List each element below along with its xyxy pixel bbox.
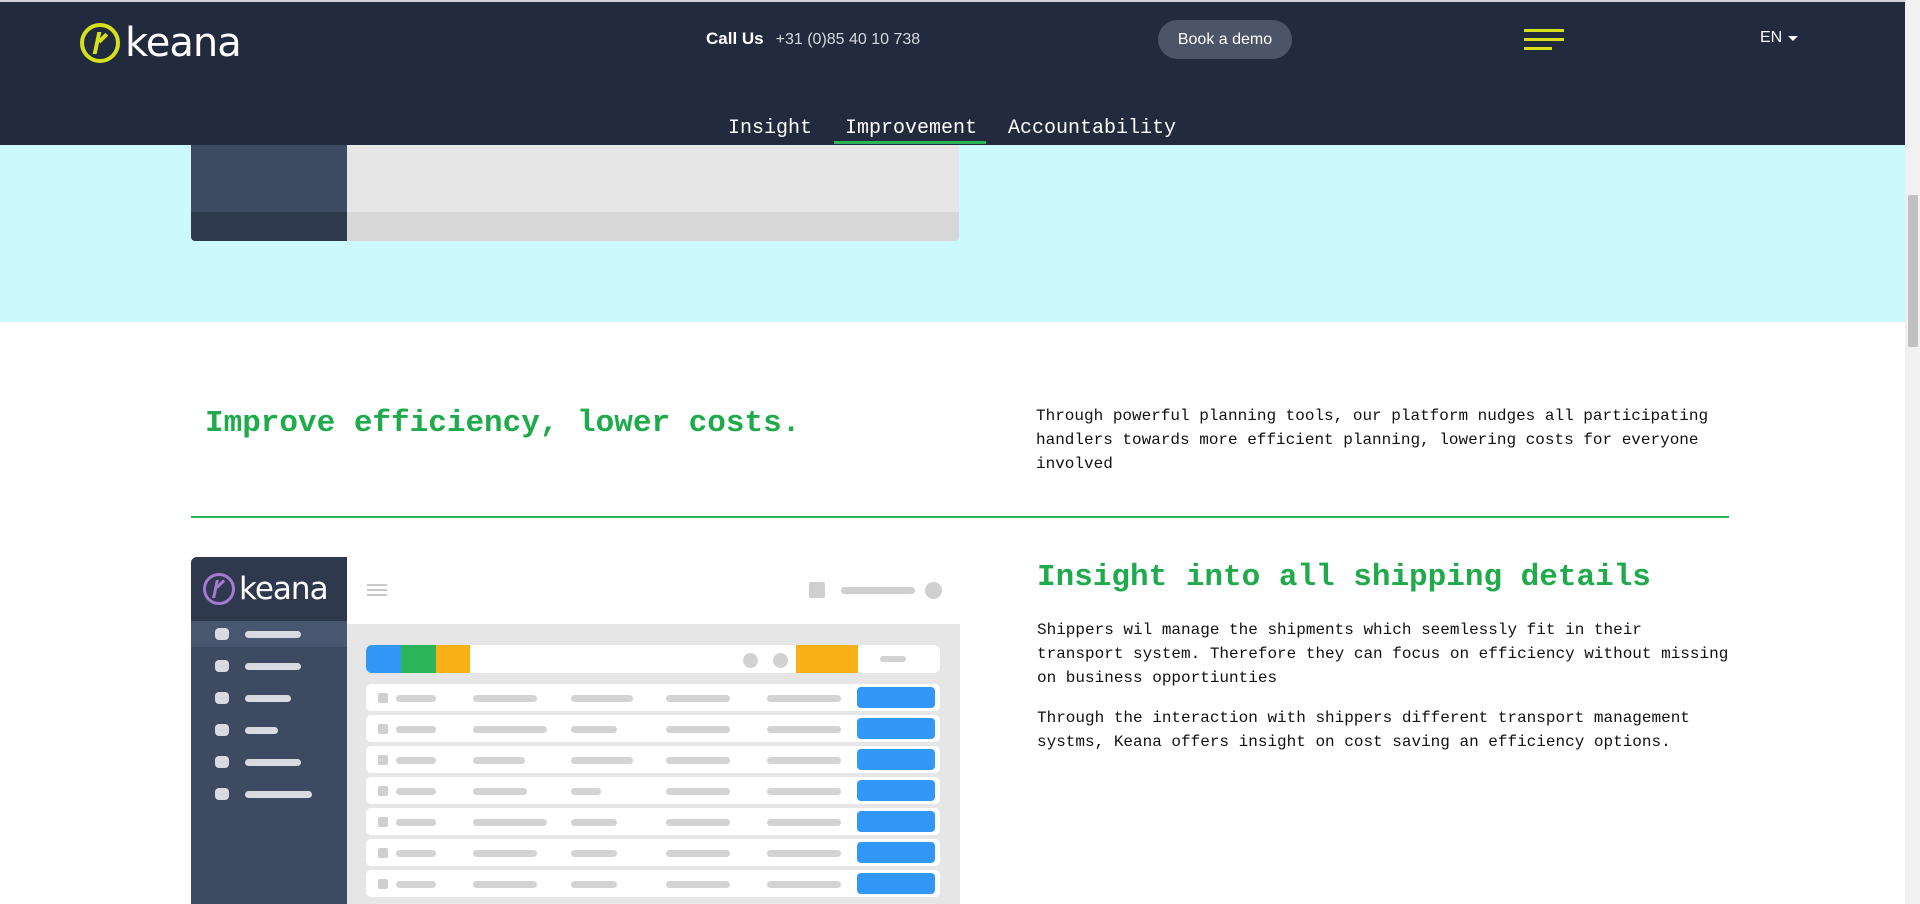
scrollbar-thumb[interactable]	[1908, 195, 1918, 347]
mockup-logo: keana	[191, 557, 347, 621]
filter-segment	[436, 645, 470, 673]
site-header: keana Call Us +31 (0)85 40 10 738 Book a…	[0, 0, 1905, 82]
active-tab-indicator	[834, 141, 986, 144]
mockup-row-button	[857, 811, 935, 832]
mockup-nav-item	[191, 685, 347, 711]
filter-segment	[401, 645, 436, 673]
mockup-row-button	[857, 842, 935, 863]
efficiency-heading: Improve efficiency, lower costs.	[205, 406, 801, 441]
dashboard-mockup: keana	[191, 557, 960, 904]
tab-accountability[interactable]: Accountability	[1008, 117, 1176, 140]
mockup-row-button	[857, 687, 935, 708]
insight-paragraph-1: Shippers wil manage the shipments which …	[1037, 621, 1729, 687]
mockup-row-button	[857, 780, 935, 801]
section-tabs: Insight Improvement Accountability	[0, 82, 1905, 145]
logo-text: keana	[125, 20, 242, 66]
mockup-table-row	[366, 684, 940, 711]
mockup-row-button	[857, 718, 935, 739]
keana-logo-icon	[80, 23, 120, 63]
mockup-topbar	[347, 557, 960, 624]
insight-heading: Insight into all shipping details	[1037, 560, 1651, 595]
section-divider	[191, 516, 1729, 518]
mockup-table-row	[366, 839, 940, 866]
tab-improvement[interactable]: Improvement	[845, 117, 977, 140]
mockup-nav-item	[191, 717, 347, 743]
call-us: Call Us +31 (0)85 40 10 738	[706, 29, 920, 49]
menu-icon[interactable]	[1524, 29, 1564, 51]
mockup-nav-item	[191, 749, 347, 775]
mockup-logo-text: keana	[239, 571, 329, 607]
efficiency-text: Through powerful planning tools, our pla…	[1036, 407, 1709, 473]
language-selector[interactable]: EN	[1760, 29, 1799, 47]
insight-paragraph-2: Through the interaction with shippers di…	[1037, 709, 1690, 751]
mockup-nav-item	[191, 781, 347, 807]
filter-segment	[366, 645, 401, 673]
mockup-logo-icon	[203, 573, 235, 605]
mockup-sidebar: keana	[191, 557, 347, 904]
call-us-label: Call Us	[706, 29, 764, 48]
mockup-table-row	[366, 777, 940, 804]
keana-logo[interactable]: keana	[80, 20, 242, 66]
mockup-table-row	[366, 746, 940, 773]
mockup-nav-item	[191, 653, 347, 679]
mockup-avatar	[925, 582, 942, 599]
phone-number[interactable]: +31 (0)85 40 10 738	[776, 31, 921, 49]
mockup-table-row	[366, 808, 940, 835]
caret-down-icon	[1788, 35, 1799, 41]
book-demo-button[interactable]: Book a demo	[1158, 20, 1292, 59]
mockup-filter-bar	[366, 645, 940, 673]
mockup-nav-item	[191, 621, 347, 647]
mockup-main	[347, 557, 960, 904]
mockup-row-button	[857, 749, 935, 770]
previous-dashboard-mockup	[191, 145, 959, 241]
mockup-table-row	[366, 715, 940, 742]
tab-insight[interactable]: Insight	[728, 117, 812, 140]
page-scrollbar[interactable]	[1905, 0, 1920, 904]
language-label: EN	[1760, 29, 1783, 46]
mockup-table-row	[366, 870, 940, 897]
mockup-row-button	[857, 873, 935, 894]
mockup-menu-icon	[367, 584, 387, 599]
